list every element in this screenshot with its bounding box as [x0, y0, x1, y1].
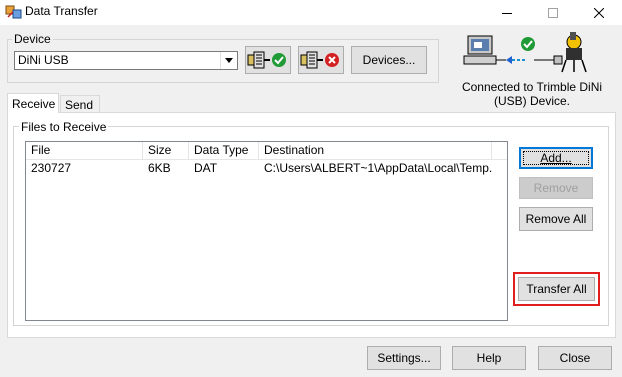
transfer-all-button-label: Transfer All	[526, 282, 587, 296]
connect-button[interactable]	[245, 46, 291, 74]
column-header-data-type[interactable]: Data Type	[189, 142, 259, 159]
column-header-size[interactable]: Size	[143, 142, 189, 159]
tab-send-label: Send	[65, 98, 94, 112]
cell-size: 6KB	[148, 161, 171, 175]
disconnect-button[interactable]	[298, 46, 344, 74]
connection-status: Connected to Trimble DiNi (USB) Device.	[461, 80, 603, 108]
transfer-all-button[interactable]: Transfer All	[518, 277, 595, 301]
help-button[interactable]: Help	[452, 346, 526, 370]
help-button-label: Help	[476, 351, 502, 365]
title-bar: Data Transfer	[0, 0, 622, 25]
connect-check-icon	[247, 51, 286, 69]
device-group-label: Device	[12, 32, 53, 46]
chevron-down-icon[interactable]	[220, 52, 237, 69]
close-button-label: Close	[559, 351, 591, 365]
files-list[interactable]: File Size Data Type Destination 230727 6…	[25, 141, 508, 321]
column-header-file[interactable]: File	[26, 142, 143, 159]
cell-data-type: DAT	[194, 161, 218, 175]
minimize-icon	[502, 12, 512, 14]
minimize-button[interactable]	[484, 0, 530, 25]
close-button[interactable]: Close	[538, 346, 612, 370]
devices-button[interactable]: Devices...	[351, 46, 427, 74]
tab-receive[interactable]: Receive	[7, 93, 59, 113]
table-row[interactable]: 230727 6KB DAT C:\Users\ALBERT~1\AppData…	[26, 160, 492, 177]
column-header-filler	[492, 142, 507, 159]
maximize-button[interactable]	[530, 0, 576, 25]
column-header-destination[interactable]: Destination	[259, 142, 492, 159]
files-group-label: Files to Receive	[19, 120, 109, 134]
tab-receive-label: Receive	[12, 97, 56, 111]
remove-button[interactable]: Remove	[519, 177, 593, 199]
tab-send[interactable]: Send	[60, 95, 100, 112]
remove-all-button[interactable]: Remove All	[519, 207, 593, 231]
maximize-icon	[548, 7, 558, 18]
close-window-button[interactable]	[576, 0, 622, 25]
app-icon	[5, 4, 23, 20]
computer-to-level-connected-icon	[462, 28, 590, 74]
window-title: Data Transfer	[25, 4, 98, 18]
disconnect-x-icon	[300, 51, 339, 69]
devices-button-label: Devices...	[362, 53, 416, 67]
files-list-header: File Size Data Type Destination	[26, 142, 507, 160]
close-icon	[594, 7, 604, 18]
device-select-value: DiNi USB	[18, 53, 69, 67]
cell-file: 230727	[31, 161, 72, 175]
add-button-label: Add...	[540, 151, 572, 165]
remove-all-button-label: Remove All	[525, 212, 587, 226]
cell-destination: C:\Users\ALBERT~1\AppData\Local\Temp...	[264, 161, 492, 175]
remove-button-label: Remove	[533, 181, 579, 195]
settings-button[interactable]: Settings...	[367, 346, 441, 370]
device-select[interactable]: DiNi USB	[14, 51, 238, 70]
add-button[interactable]: Add...	[519, 147, 593, 169]
settings-button-label: Settings...	[377, 351, 431, 365]
